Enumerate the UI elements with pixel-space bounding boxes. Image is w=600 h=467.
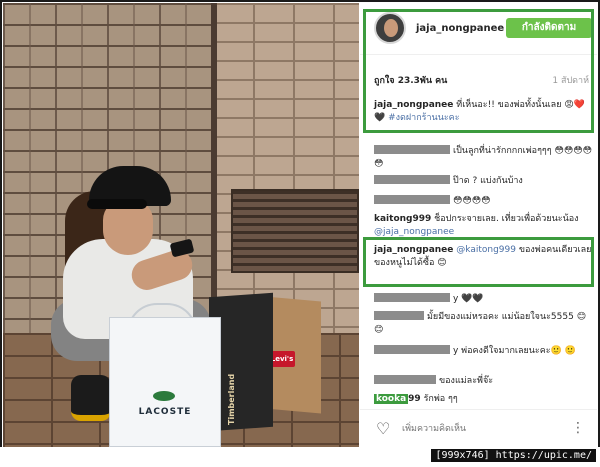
- comment-text: ช็อปกระจายเลย. เที่ยวเพื่อด้วยนะน้อง: [434, 214, 579, 224]
- redacted-username: [374, 311, 424, 320]
- comment-username[interactable]: kooka: [374, 394, 409, 404]
- comment-footer: ♡ ⋮: [360, 409, 597, 447]
- redacted-username: [374, 293, 450, 302]
- watermark[interactable]: [999x746] https://upic.me/: [431, 449, 596, 462]
- lacoste-logo: LACOSTE: [138, 407, 192, 417]
- list-item: kaitong999 ช็อปกระจายเลย. เที่ยวเพื่อด้ว…: [374, 213, 592, 239]
- redacted-username: [374, 375, 436, 384]
- person-cap-brim: [87, 199, 147, 209]
- redacted-username: [374, 195, 450, 204]
- heart-icon[interactable]: ♡: [376, 420, 394, 438]
- list-item: เป็นลูกที่น่ารักกกกเพ่อๆๆๆ 😳😳😳😳😳: [374, 145, 592, 171]
- more-options-icon[interactable]: ⋮: [569, 418, 587, 438]
- comment-username[interactable]: kaitong999: [374, 214, 431, 224]
- lacoste-bag: [109, 317, 221, 447]
- post-photo[interactable]: Levi's Timberland LACOSTE: [3, 3, 359, 447]
- add-comment-input[interactable]: [402, 420, 542, 438]
- redacted-username: [374, 145, 450, 154]
- redacted-username: [374, 345, 450, 354]
- comment-text: y 🖤🖤: [453, 294, 484, 304]
- list-item: มั้ยมีของแม่หรอคะ แม่น้อยใจนะ5555 😊😊: [374, 311, 592, 337]
- timberland-logo: Timberland: [227, 373, 236, 425]
- person-shoe: [71, 375, 111, 421]
- list-item: kooka 99 รักพ่อ ๆๆ: [374, 393, 592, 406]
- crocodile-logo-icon: [153, 391, 175, 401]
- comment-mention[interactable]: @jaja_nongpanee: [374, 227, 454, 237]
- watermark-bar: [999x746] https://upic.me/: [0, 447, 600, 467]
- comment-username-suffix[interactable]: 99: [408, 394, 421, 404]
- comment-text: ป๊าด ? แบ่งกันบ้าง: [453, 176, 523, 186]
- comments-panel: jaja_nongpanee กำลังติดตาม ถูกใจ 23.3พัน…: [360, 3, 597, 447]
- list-item: y พ่อคงดีใจมากเลยนะคะ🙂 🙂: [374, 345, 592, 358]
- redacted-username: [374, 175, 450, 184]
- wall-vent: [231, 189, 359, 273]
- list-item: 😳😳😳😳: [374, 195, 592, 208]
- list-item: ของแม่ละพี่จ๊ะ: [374, 375, 592, 388]
- list-item: ป๊าด ? แบ่งกันบ้าง: [374, 175, 592, 188]
- comment-text: y พ่อคงดีใจมากเลยนะคะ🙂 🙂: [453, 346, 576, 356]
- reply-highlight-box: [363, 237, 594, 287]
- list-item: y 🖤🖤: [374, 293, 592, 306]
- caption-highlight-box: [363, 9, 594, 133]
- comment-text: รักพ่อ ๆๆ: [423, 394, 458, 404]
- comment-text: ของแม่ละพี่จ๊ะ: [439, 376, 494, 386]
- comment-text: 😳😳😳😳: [453, 196, 491, 206]
